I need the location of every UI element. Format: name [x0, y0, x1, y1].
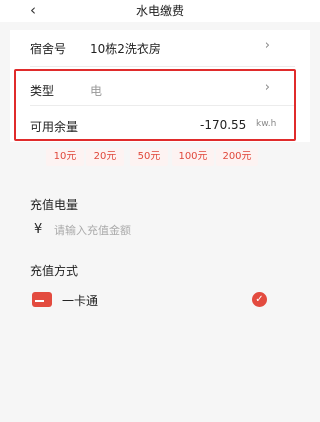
currency-symbol: ¥	[34, 222, 43, 237]
check-icon[interactable]: ✓	[252, 292, 267, 307]
amount-100-button[interactable]: 100元	[172, 148, 214, 166]
dorm-row[interactable]: 宿舍号 10栋2洗衣房 ›	[10, 32, 310, 62]
chevron-right-icon: ›	[264, 38, 270, 53]
amount-10-button[interactable]: 10元	[46, 148, 84, 166]
payment-method-name[interactable]: 一卡通	[62, 292, 98, 309]
dorm-label: 宿舍号	[30, 42, 67, 56]
quick-amount-group: 10元 20元 50元 100元 200元	[0, 148, 320, 166]
payment-method-label: 充值方式	[30, 264, 79, 278]
amount-20-button[interactable]: 20元	[86, 148, 124, 166]
highlight-box	[14, 69, 296, 141]
amount-50-button[interactable]: 50元	[130, 148, 168, 166]
divider	[30, 66, 295, 67]
recharge-amount-input[interactable]	[54, 221, 254, 239]
amount-200-button[interactable]: 200元	[216, 148, 258, 166]
recharge-label: 充值电量	[30, 198, 79, 212]
card-icon	[32, 292, 52, 307]
top-bar: ‹ 水电缴费	[0, 0, 320, 22]
dorm-value: 10栋2洗衣房	[90, 42, 161, 56]
page-title: 水电缴费	[135, 4, 184, 18]
